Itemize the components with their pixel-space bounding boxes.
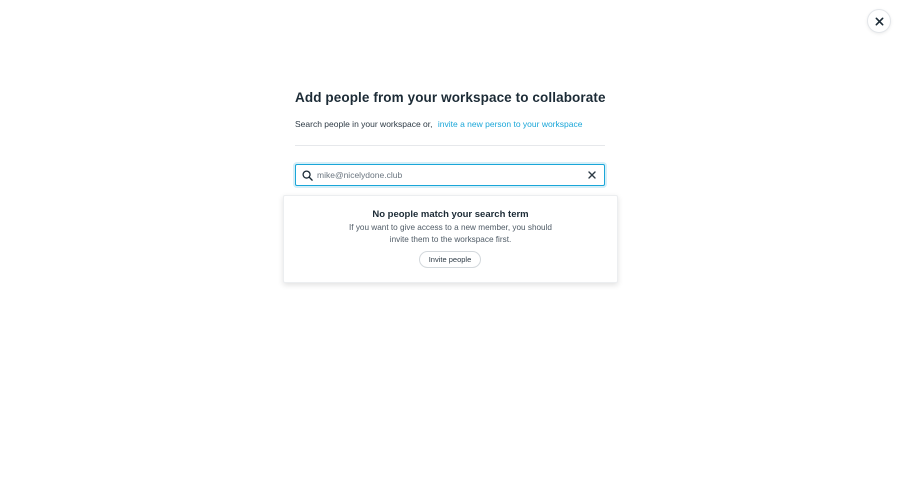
search-icon [302, 170, 313, 181]
page-title: Add people from your workspace to collab… [295, 90, 606, 105]
invite-people-button[interactable]: Invite people [419, 251, 481, 268]
close-button[interactable] [867, 9, 891, 33]
empty-state-title: No people match your search term [372, 209, 529, 220]
empty-state-description: If you want to give access to a new memb… [349, 223, 552, 244]
invite-new-person-link[interactable]: invite a new person to your workspace [438, 119, 583, 129]
close-icon [875, 17, 883, 25]
clear-search-icon[interactable] [587, 170, 597, 180]
search-results-dropdown: No people match your search term If you … [283, 195, 618, 283]
divider [295, 145, 605, 146]
subtitle: Search people in your workspace or, invi… [295, 119, 582, 129]
add-people-dialog: Add people from your workspace to collab… [0, 0, 900, 484]
search-input[interactable] [317, 167, 577, 183]
subtitle-text: Search people in your workspace or, [295, 119, 433, 129]
search-field[interactable] [295, 164, 605, 186]
